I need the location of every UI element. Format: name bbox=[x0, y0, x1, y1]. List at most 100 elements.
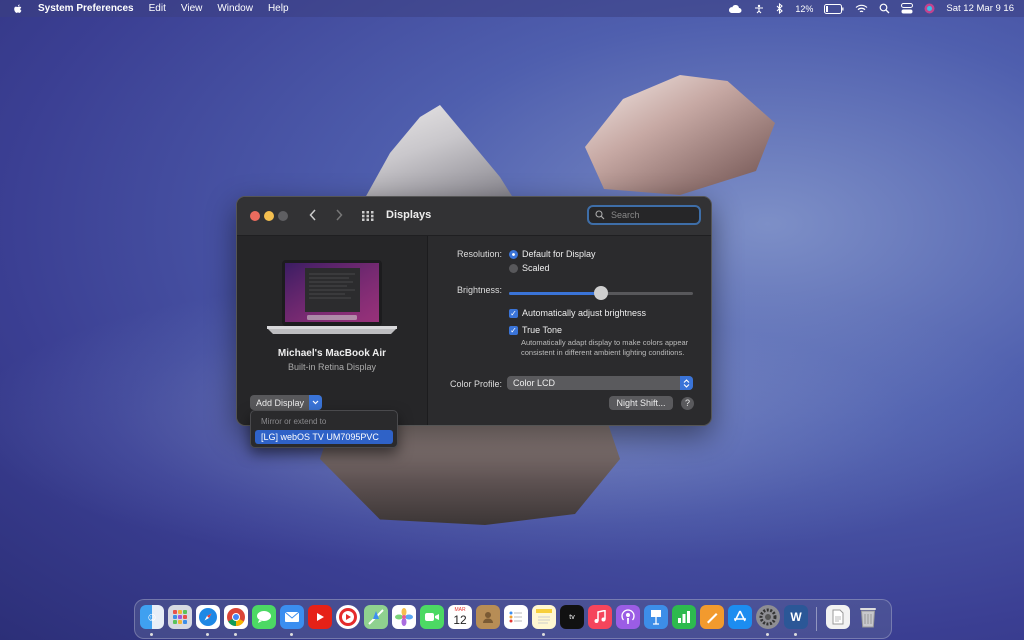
night-shift-button[interactable]: Night Shift... bbox=[609, 396, 673, 410]
true-tone-label: True Tone bbox=[522, 325, 563, 335]
resolution-option-scaled[interactable]: Scaled bbox=[509, 263, 550, 273]
checkbox-checked[interactable]: ✓ bbox=[509, 325, 518, 335]
auto-brightness-label: Automatically adjust brightness bbox=[522, 308, 647, 318]
menu-app-name[interactable]: System Preferences bbox=[38, 3, 134, 14]
device-subtitle: Built-in Retina Display bbox=[287, 362, 377, 372]
checkbox-checked[interactable]: ✓ bbox=[509, 308, 518, 318]
running-indicator bbox=[766, 633, 769, 636]
app-store-icon[interactable] bbox=[728, 605, 752, 629]
slider-knob[interactable] bbox=[594, 286, 608, 300]
slider-fill bbox=[509, 292, 601, 295]
running-indicator bbox=[794, 633, 797, 636]
help-button[interactable]: ? bbox=[681, 397, 694, 410]
resolution-option-label: Default for Display bbox=[522, 249, 596, 259]
radio-button[interactable] bbox=[509, 263, 518, 273]
calendar-icon[interactable]: MAR 12 bbox=[448, 605, 472, 629]
menu-edit[interactable]: Edit bbox=[149, 3, 166, 14]
add-display-button[interactable]: Add Display bbox=[250, 395, 323, 410]
resolution-option-label: Scaled bbox=[522, 263, 550, 273]
photos-icon[interactable] bbox=[392, 605, 416, 629]
brightness-label: Brightness: bbox=[456, 285, 502, 295]
running-indicator bbox=[542, 633, 545, 636]
chrome-icon[interactable] bbox=[224, 605, 248, 629]
menu-help[interactable]: Help bbox=[268, 3, 289, 14]
dock: ☺ MAR 12 tv W bbox=[134, 599, 892, 639]
close-button[interactable] bbox=[250, 211, 260, 221]
title-bar: Displays bbox=[237, 197, 711, 236]
music-player-icon[interactable] bbox=[336, 605, 360, 629]
color-profile-label: Color Profile: bbox=[449, 379, 502, 389]
finder-icon[interactable]: ☺ bbox=[140, 605, 164, 629]
window-title: Displays bbox=[386, 209, 432, 221]
word-icon[interactable]: W bbox=[784, 605, 808, 629]
accessibility-icon[interactable] bbox=[753, 4, 765, 14]
maps-icon[interactable] bbox=[364, 605, 388, 629]
system-preferences-icon[interactable] bbox=[756, 605, 780, 629]
battery-icon[interactable] bbox=[824, 3, 844, 14]
up-down-chevron-icon bbox=[680, 376, 693, 390]
running-indicator bbox=[290, 633, 293, 636]
add-display-popup: Mirror or extend to [LG] webOS TV UM7095… bbox=[250, 410, 398, 448]
numbers-icon[interactable] bbox=[672, 605, 696, 629]
apple-icon[interactable] bbox=[12, 3, 24, 15]
true-tone-checkbox-row[interactable]: ✓ True Tone bbox=[509, 325, 562, 335]
add-display-label: Add Display bbox=[256, 397, 305, 408]
pages-icon[interactable] bbox=[700, 605, 724, 629]
keynote-icon[interactable] bbox=[644, 605, 668, 629]
spotlight-search-icon[interactable] bbox=[879, 3, 890, 14]
launchpad-icon[interactable] bbox=[168, 605, 192, 629]
menu-window[interactable]: Window bbox=[217, 3, 253, 14]
zoom-button[interactable] bbox=[278, 211, 288, 221]
menu-bar: System Preferences Edit View Window Help… bbox=[0, 0, 1024, 17]
popup-item-lg-tv[interactable]: [LG] webOS TV UM7095PVC bbox=[255, 430, 393, 444]
control-center-icon[interactable] bbox=[901, 3, 914, 14]
reminders-icon[interactable] bbox=[504, 605, 528, 629]
search-field[interactable] bbox=[587, 205, 701, 225]
messages-icon[interactable] bbox=[252, 605, 276, 629]
displays-window: Displays Michael's MacBook Air Built-in … bbox=[236, 196, 712, 426]
search-input[interactable] bbox=[609, 209, 698, 221]
contacts-icon[interactable] bbox=[476, 605, 500, 629]
resolution-label: Resolution: bbox=[456, 249, 502, 259]
brightness-slider[interactable] bbox=[509, 286, 693, 300]
search-icon bbox=[595, 210, 605, 220]
running-indicator bbox=[150, 633, 153, 636]
show-all-grid-icon[interactable] bbox=[362, 211, 374, 221]
macbook-display-image[interactable] bbox=[267, 260, 397, 336]
battery-percentage: 12% bbox=[795, 3, 814, 14]
device-name: Michael's MacBook Air bbox=[277, 348, 387, 359]
menu-view[interactable]: View bbox=[181, 3, 203, 14]
true-tone-description: Automatically adapt display to make colo… bbox=[521, 338, 689, 357]
mail-icon[interactable] bbox=[280, 605, 304, 629]
chevron-down-icon bbox=[309, 395, 323, 410]
radio-button-selected[interactable] bbox=[509, 249, 518, 259]
youtube-icon[interactable] bbox=[308, 605, 332, 629]
calendar-day: 12 bbox=[453, 613, 467, 627]
wifi-icon[interactable] bbox=[855, 4, 868, 14]
popup-header: Mirror or extend to bbox=[261, 417, 327, 426]
running-indicator bbox=[206, 633, 209, 636]
running-indicator bbox=[234, 633, 237, 636]
apple-tv-icon[interactable]: tv bbox=[560, 605, 584, 629]
color-profile-select[interactable]: Color LCD bbox=[507, 376, 693, 390]
facetime-icon[interactable] bbox=[420, 605, 444, 629]
safari-icon[interactable] bbox=[196, 605, 220, 629]
resolution-option-default[interactable]: Default for Display bbox=[509, 249, 596, 259]
podcasts-icon[interactable] bbox=[616, 605, 640, 629]
cloud-icon[interactable] bbox=[728, 4, 742, 14]
music-icon[interactable] bbox=[588, 605, 612, 629]
minimize-button[interactable] bbox=[264, 211, 274, 221]
notes-icon[interactable] bbox=[532, 605, 556, 629]
dock-separator bbox=[816, 607, 817, 631]
display-list-pane: Michael's MacBook Air Built-in Retina Di… bbox=[237, 236, 428, 425]
back-arrow-icon[interactable] bbox=[309, 209, 317, 221]
siri-icon[interactable] bbox=[924, 3, 935, 14]
wallpaper-rock bbox=[585, 75, 775, 195]
forward-arrow-icon[interactable] bbox=[335, 209, 343, 221]
auto-brightness-checkbox-row[interactable]: ✓ Automatically adjust brightness bbox=[509, 308, 646, 318]
trash-icon[interactable] bbox=[856, 605, 880, 629]
document-icon[interactable] bbox=[826, 605, 850, 629]
date-time[interactable]: Sat 12 Mar 9 16 bbox=[946, 3, 1014, 14]
bluetooth-icon[interactable] bbox=[776, 3, 784, 14]
color-profile-value: Color LCD bbox=[513, 378, 556, 388]
